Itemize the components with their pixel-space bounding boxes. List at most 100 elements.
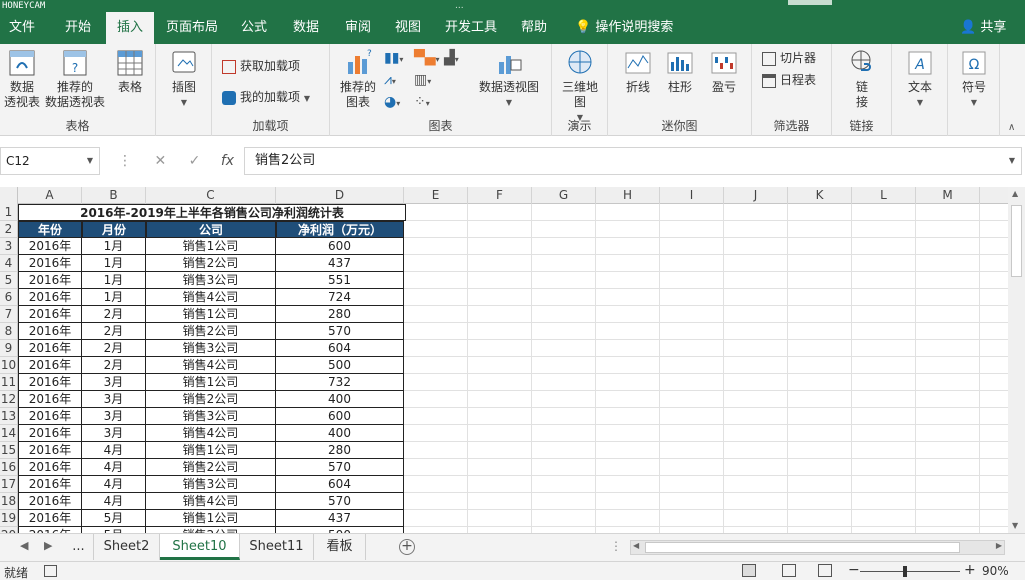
table-cell[interactable]: 570 [276,459,404,476]
table-cell[interactable]: 600 [276,238,404,255]
table-cell[interactable]: 724 [276,289,404,306]
scroll-down-icon[interactable]: ▼ [1012,521,1018,530]
zoom-in-icon[interactable]: + [964,562,976,578]
table-cell[interactable]: 销售3公司 [146,408,276,425]
table-cell[interactable]: 400 [276,425,404,442]
get-addins-button[interactable]: 获取加载项 [222,56,300,76]
pivot-table-button[interactable]: 数据 透视表 [2,48,42,110]
splitter-icon[interactable]: ⋮ [610,539,622,553]
tab-page-layout[interactable]: 页面布局 [162,12,222,44]
page-break-view-icon[interactable] [818,564,832,577]
table-cell[interactable]: 销售4公司 [146,425,276,442]
table-cell[interactable]: 4月 [82,493,146,510]
column-header[interactable]: L [852,187,916,204]
timeline-button[interactable]: 日程表 [762,70,816,90]
row-header[interactable]: 16 [0,459,18,476]
horizontal-scrollbar[interactable]: ◀ ▶ [630,540,1005,555]
row-header[interactable]: 14 [0,425,18,442]
scatter-chart-icon[interactable]: ⁘▾ [414,94,430,110]
row-header[interactable]: 2 [0,221,18,238]
row-header[interactable]: 5 [0,272,18,289]
table-header-cell[interactable]: 年份 [18,221,82,238]
spreadsheet-grid[interactable]: ABCDEFGHIJKLM 1 2 3 4 5 6 7 8 9 10 11 12 13 14 15 16 17 1… [0,187,1008,533]
prev-sheet-icon[interactable]: ◀ [20,539,28,552]
table-cell[interactable]: 3月 [82,374,146,391]
table-button[interactable]: 表格 [110,48,150,95]
table-cell[interactable]: 销售1公司 [146,510,276,527]
scroll-right-icon[interactable]: ▶ [996,541,1002,550]
table-cell[interactable]: 销售3公司 [146,476,276,493]
sheet-tab-dashboard[interactable]: 看板 [314,534,366,560]
table-header-cell[interactable]: 公司 [146,221,276,238]
table-cell[interactable]: 销售1公司 [146,306,276,323]
share-button[interactable]: 👤 共享 [960,12,1006,44]
table-cell[interactable]: 2016年 [18,340,82,357]
table-cell[interactable]: 销售3公司 [146,272,276,289]
collapse-ribbon-icon[interactable]: ∧ [1008,122,1015,133]
column-header[interactable]: M [916,187,980,204]
column-header[interactable]: I [660,187,724,204]
table-cell[interactable]: 2016年 [18,306,82,323]
table-cell[interactable]: 1月 [82,272,146,289]
my-addins-button[interactable]: 我的加载项 ▼ [222,87,310,107]
macro-record-icon[interactable] [44,565,57,577]
table-cell[interactable]: 2016年 [18,238,82,255]
table-cell[interactable]: 600 [276,408,404,425]
name-box[interactable]: C12 ▼ [0,147,100,175]
table-cell[interactable]: 280 [276,442,404,459]
table-cell[interactable]: 销售3公司 [146,340,276,357]
tab-review[interactable]: 审阅 [336,12,380,44]
table-cell[interactable]: 2月 [82,357,146,374]
column-header[interactable]: E [404,187,468,204]
row-header[interactable]: 13 [0,408,18,425]
table-cell[interactable]: 销售4公司 [146,493,276,510]
table-cell[interactable]: 604 [276,340,404,357]
row-header[interactable]: 17 [0,476,18,493]
table-cell[interactable]: 5月 [82,510,146,527]
sheet-title[interactable]: 2016年-2019年上半年各销售公司净利润统计表 [18,204,406,221]
tab-help[interactable]: 帮助 [512,12,556,44]
text-button[interactable]: A 文本 ▼ [900,48,940,110]
table-cell[interactable]: 销售4公司 [146,357,276,374]
title-bar-button[interactable] [788,0,832,5]
add-sheet-icon[interactable]: + [399,539,415,555]
next-sheet-icon[interactable]: ▶ [44,539,52,552]
row-header[interactable]: 12 [0,391,18,408]
scroll-up-icon[interactable]: ▲ [1012,189,1018,198]
page-layout-view-icon[interactable] [782,564,796,577]
table-cell[interactable]: 2016年 [18,357,82,374]
select-all-corner[interactable] [0,187,18,204]
table-cell[interactable]: 551 [276,272,404,289]
table-cell[interactable]: 3月 [82,408,146,425]
table-cell[interactable]: 570 [276,493,404,510]
row-header[interactable]: 9 [0,340,18,357]
table-cell[interactable]: 2016年 [18,323,82,340]
table-cell[interactable]: 销售1公司 [146,442,276,459]
row-header[interactable]: 7 [0,306,18,323]
table-cell[interactable]: 2016年 [18,391,82,408]
sheet-tab-sheet2[interactable]: Sheet2 [94,534,160,560]
table-cell[interactable]: 2016年 [18,476,82,493]
tab-home[interactable]: 开始 [56,12,100,44]
sparkline-column-button[interactable]: 柱形 [660,48,700,95]
table-cell[interactable]: 2016年 [18,374,82,391]
row-header[interactable]: 1 [0,204,18,221]
row-header[interactable]: 18 [0,493,18,510]
scroll-left-icon[interactable]: ◀ [633,541,639,550]
column-header[interactable]: K [788,187,852,204]
row-header[interactable]: 4 [0,255,18,272]
table-cell[interactable]: 3月 [82,425,146,442]
table-cell[interactable]: 4月 [82,476,146,493]
row-header[interactable]: 15 [0,442,18,459]
table-cell[interactable]: 销售4公司 [146,289,276,306]
row-header[interactable]: 10 [0,357,18,374]
table-cell[interactable]: 604 [276,476,404,493]
column-header[interactable]: J [724,187,788,204]
sheet-tab-sheet11[interactable]: Sheet11 [240,534,314,560]
cancel-icon[interactable]: ✕ [154,153,166,169]
row-header[interactable]: 8 [0,323,18,340]
table-cell[interactable]: 2月 [82,340,146,357]
3d-map-button[interactable]: 三维地 图 ▼ [558,48,602,125]
pie-chart-icon[interactable]: ◕▾ [384,94,400,110]
normal-view-icon[interactable] [742,564,756,577]
